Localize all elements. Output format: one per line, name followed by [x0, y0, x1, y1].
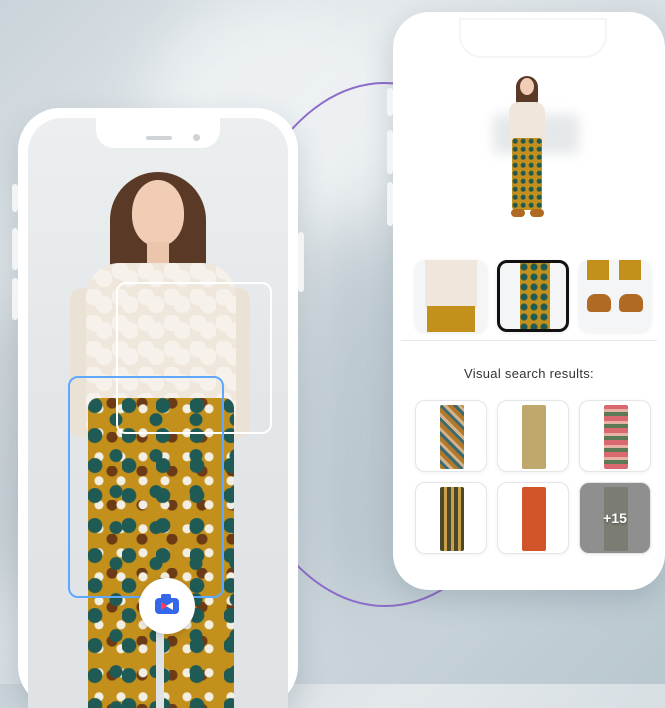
camera-icon — [155, 594, 179, 614]
thumbnail-blouse[interactable] — [415, 260, 487, 332]
thumbnail-shoe-right — [619, 294, 643, 312]
pants-result-image — [604, 405, 628, 469]
result-item[interactable] — [415, 482, 487, 554]
thumbnail-blouse-pants-image — [427, 306, 475, 332]
thumbnail-pants-image — [520, 263, 550, 329]
thumbnail-shoes-pant-right — [619, 260, 641, 280]
phone-volume-up-button — [12, 228, 18, 270]
results-heading: Visual search results: — [464, 366, 594, 381]
result-item[interactable] — [415, 400, 487, 472]
detection-box-pants-selected[interactable] — [68, 376, 224, 598]
camera-logo-mark — [161, 600, 173, 612]
phone-volume-down-button — [387, 182, 393, 226]
phone-side-button — [387, 88, 393, 116]
pants-result-image — [522, 487, 546, 551]
more-results-button[interactable]: +15 — [579, 482, 651, 554]
phone-notch — [96, 118, 220, 148]
result-item[interactable] — [579, 400, 651, 472]
thumbnail-shoes[interactable] — [579, 260, 651, 332]
phone-power-button — [298, 232, 304, 292]
phone-volume-up-button — [387, 130, 393, 174]
thumbnail-shoe-left — [587, 294, 611, 312]
model-face — [132, 180, 184, 246]
section-divider — [401, 340, 657, 341]
result-item[interactable] — [497, 400, 569, 472]
thumbnail-blouse-image — [425, 260, 477, 308]
thumbnail-pants-selected[interactable] — [497, 260, 569, 332]
results-phone: Visual search results: +15 — [387, 12, 665, 590]
camera-phone — [12, 108, 304, 708]
hero-model-shoe-left — [511, 209, 525, 217]
camera-viewfinder — [28, 118, 288, 708]
thumbnail-shoes-pant-left — [587, 260, 609, 280]
front-camera — [193, 134, 200, 141]
pants-result-image — [440, 405, 464, 469]
hero-model-pants — [512, 138, 542, 210]
phone-side-button — [12, 184, 18, 212]
phone-notch — [461, 20, 605, 56]
results-screen: Visual search results: +15 — [401, 20, 657, 582]
hero-model-face — [520, 78, 534, 95]
speaker-grille — [146, 136, 172, 140]
phone-volume-down-button — [12, 278, 18, 320]
pants-result-image — [522, 405, 546, 469]
result-item[interactable] — [497, 482, 569, 554]
more-results-count: +15 — [603, 510, 627, 526]
visual-search-camera-button[interactable] — [139, 578, 195, 634]
pants-result-image — [440, 487, 464, 551]
hero-model-shoe-right — [530, 209, 544, 217]
product-thumbnail-strip — [401, 256, 657, 336]
